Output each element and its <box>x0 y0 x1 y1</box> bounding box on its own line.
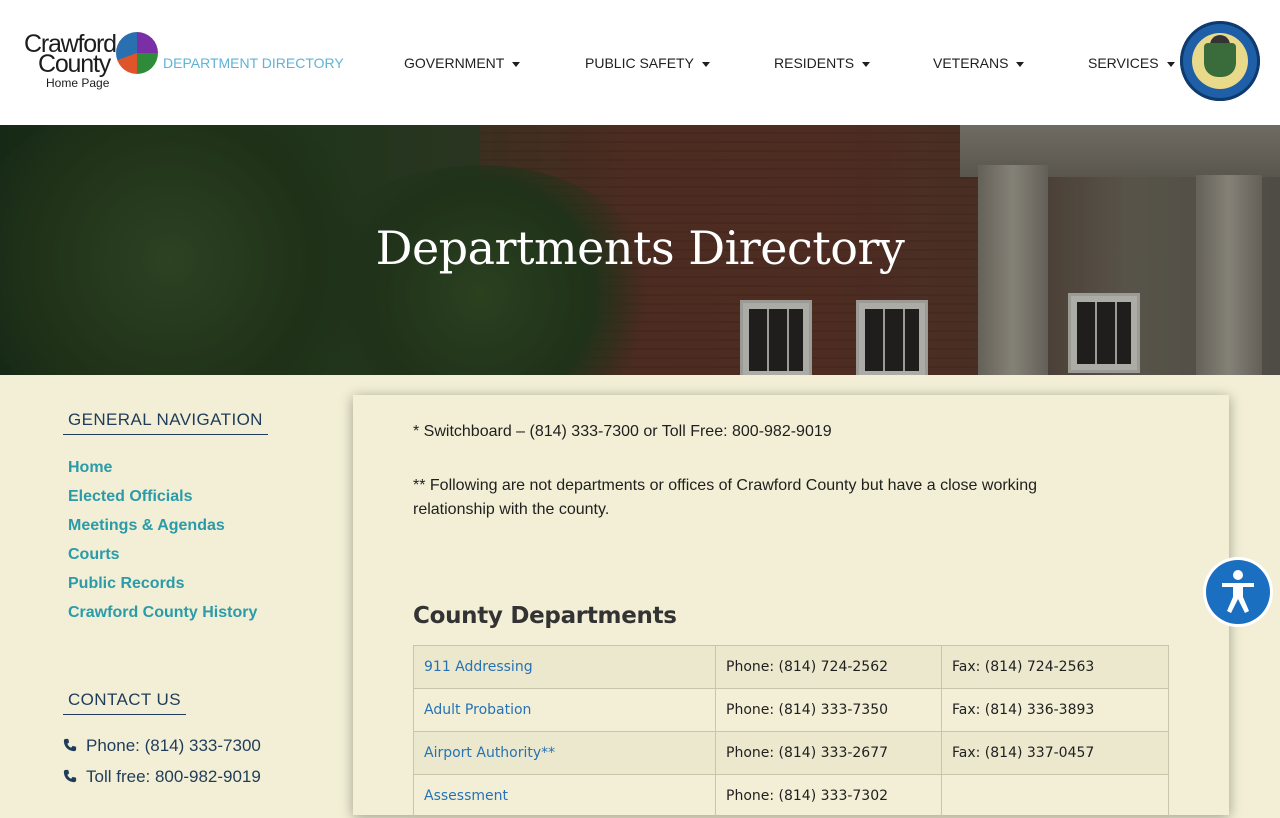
department-fax: Fax: (814) 724-2563 <box>941 645 1169 689</box>
nav-services[interactable]: SERVICES <box>1088 55 1175 71</box>
nav-government-label: GOVERNMENT <box>404 55 505 71</box>
logo-text-home-page: Home Page <box>46 76 110 90</box>
nav-residents-label: RESIDENTS <box>774 55 855 71</box>
department-name-link[interactable]: Assessment <box>413 774 716 818</box>
sidebar-link-home[interactable]: Home <box>68 458 112 478</box>
section-title: County Departments <box>413 603 677 629</box>
nav-government[interactable]: GOVERNMENT <box>404 55 521 71</box>
nav-services-label: SERVICES <box>1088 55 1159 71</box>
departments-table: 911 Addressing Phone: (814) 724-2562 Fax… <box>413 645 1169 818</box>
department-fax: Fax: (814) 337-0457 <box>941 731 1169 775</box>
sidebar-link-public-records[interactable]: Public Records <box>68 574 184 594</box>
accessibility-icon <box>1222 570 1254 613</box>
department-name-link[interactable]: 911 Addressing <box>413 645 716 689</box>
seal-shield <box>1204 43 1236 77</box>
caret-down-icon <box>512 61 521 67</box>
caret-down-icon <box>1166 61 1175 67</box>
department-phone: Phone: (814) 333-7302 <box>715 774 942 818</box>
department-fax <box>941 774 1169 818</box>
department-phone: Phone: (814) 333-2677 <box>715 731 942 775</box>
sidebar-link-county-history[interactable]: Crawford County History <box>68 603 257 623</box>
table-row: Assessment Phone: (814) 333-7302 <box>413 774 1169 818</box>
page-title: Departments Directory <box>375 221 905 275</box>
table-row: Adult Probation Phone: (814) 333-7350 Fa… <box>413 688 1169 732</box>
caret-down-icon <box>701 61 710 67</box>
hero-banner: Departments Directory <box>0 125 1280 375</box>
department-fax: Fax: (814) 336-3893 <box>941 688 1169 732</box>
nav-public-safety[interactable]: PUBLIC SAFETY <box>585 55 710 71</box>
contact-toll-free-text: Toll free: 800-982-9019 <box>86 767 261 786</box>
contact-us-heading: CONTACT US <box>63 690 186 715</box>
logo-pie-icon <box>116 32 158 74</box>
nav-veterans[interactable]: VETERANS <box>933 55 1025 71</box>
directory-card: * Switchboard – (814) 333-7300 or Toll F… <box>353 395 1229 818</box>
caret-down-icon <box>862 61 871 67</box>
sidebar-link-courts[interactable]: Courts <box>68 545 120 565</box>
sidebar-link-elected-officials[interactable]: Elected Officials <box>68 487 193 507</box>
contact-phone[interactable]: Phone: (814) 333-7300 <box>63 736 261 756</box>
phone-icon <box>63 738 77 752</box>
county-logo[interactable]: Crawford County Home Page <box>22 30 162 92</box>
caret-down-icon <box>1016 61 1025 67</box>
logo-text-county: County <box>38 50 111 78</box>
table-row: Airport Authority** Phone: (814) 333-267… <box>413 731 1169 775</box>
county-seal-icon[interactable] <box>1180 21 1260 101</box>
department-phone: Phone: (814) 333-7350 <box>715 688 942 732</box>
sidebar-link-meetings-agendas[interactable]: Meetings & Agendas <box>68 516 225 536</box>
nav-veterans-label: VETERANS <box>933 55 1009 71</box>
site-header: Crawford County Home Page DEPARTMENT DIR… <box>0 0 1280 125</box>
phone-icon <box>63 769 77 783</box>
accessibility-button[interactable] <box>1206 560 1270 624</box>
nav-department-directory[interactable]: DEPARTMENT DIRECTORY <box>163 55 344 71</box>
affiliates-note: ** Following are not departments or offi… <box>413 477 1038 518</box>
department-name-link[interactable]: Adult Probation <box>413 688 716 732</box>
nav-public-safety-label: PUBLIC SAFETY <box>585 55 694 71</box>
department-phone: Phone: (814) 724-2562 <box>715 645 942 689</box>
switchboard-note: * Switchboard – (814) 333-7300 or Toll F… <box>413 423 832 440</box>
contact-toll-free[interactable]: Toll free: 800-982-9019 <box>63 767 261 787</box>
contact-phone-text: Phone: (814) 333-7300 <box>86 736 261 755</box>
nav-residents[interactable]: RESIDENTS <box>774 55 871 71</box>
table-row: 911 Addressing Phone: (814) 724-2562 Fax… <box>413 645 1169 689</box>
department-name-link[interactable]: Airport Authority** <box>413 731 716 775</box>
general-navigation-heading: GENERAL NAVIGATION <box>63 410 268 435</box>
